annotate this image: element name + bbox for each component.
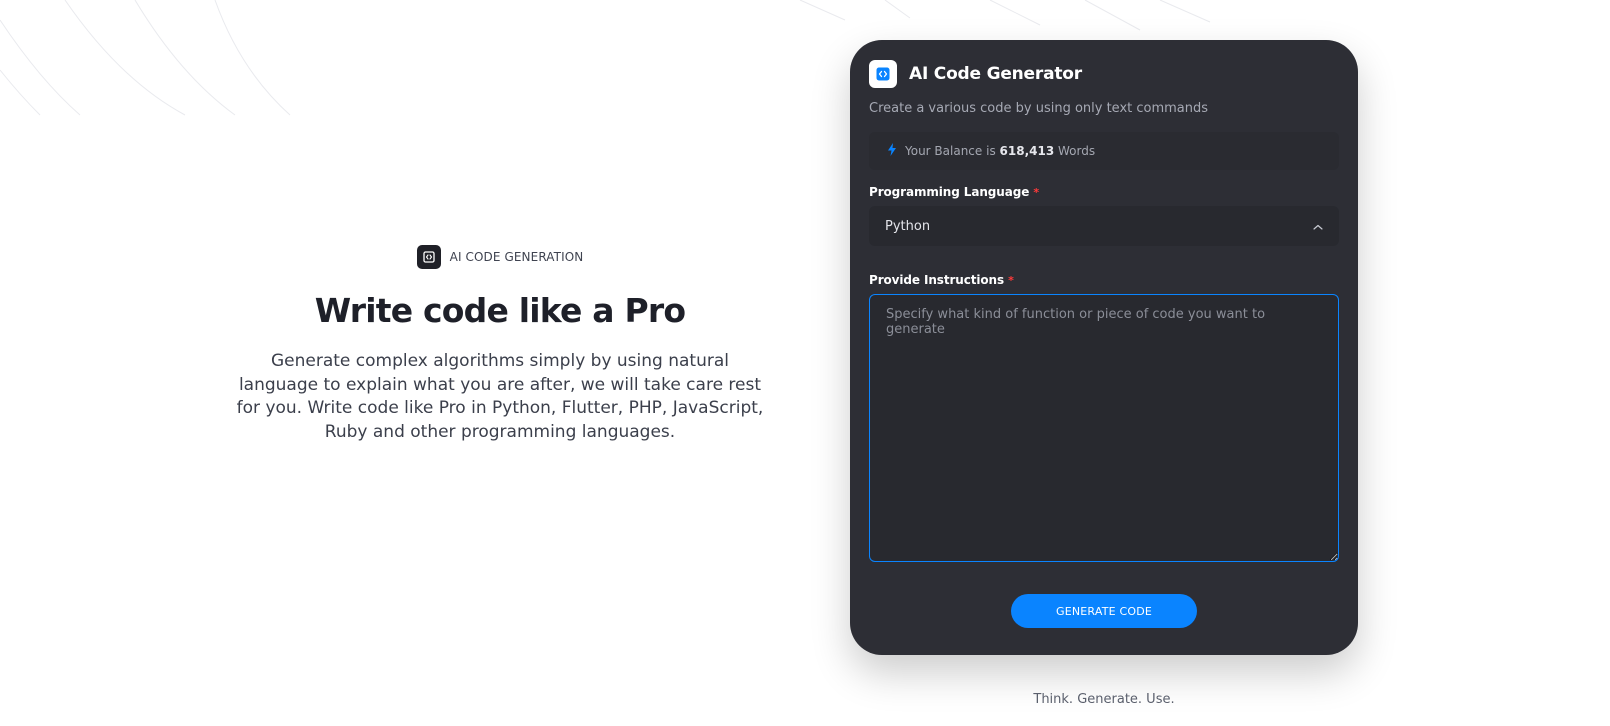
programming-language-label-text: Programming Language — [869, 185, 1030, 199]
card-header: AI Code Generator — [869, 60, 1339, 88]
bolt-icon — [887, 143, 897, 159]
hero-section: AI CODE GENERATION Write code like a Pro… — [220, 245, 780, 444]
code-generator-card: AI Code Generator Create a various code … — [850, 40, 1358, 655]
generate-button-wrap: GENERATE CODE — [869, 594, 1339, 628]
balance-amount: 618,413 — [999, 144, 1055, 158]
code-icon — [416, 245, 441, 269]
programming-language-select[interactable]: Python — [869, 206, 1339, 246]
balance-text: Your Balance is 618,413 Words — [905, 144, 1095, 158]
programming-language-label: Programming Language * — [869, 185, 1339, 199]
provide-instructions-label-text: Provide Instructions — [869, 273, 1005, 287]
instructions-textarea[interactable] — [869, 294, 1339, 562]
required-marker: * — [1008, 274, 1014, 287]
generate-code-button[interactable]: GENERATE CODE — [1011, 594, 1197, 628]
programming-language-value: Python — [885, 218, 931, 234]
hero-eyebrow: AI CODE GENERATION — [220, 245, 780, 269]
tagline: Think. Generate. Use. — [1033, 692, 1175, 707]
required-marker: * — [1033, 186, 1039, 199]
card-title: AI Code Generator — [909, 64, 1082, 84]
balance-suffix: Words — [1058, 144, 1096, 158]
balance-banner: Your Balance is 618,413 Words — [869, 132, 1339, 170]
chevron-up-icon — [1313, 219, 1323, 234]
code-icon — [869, 60, 897, 88]
hero-eyebrow-label: AI CODE GENERATION — [449, 250, 584, 264]
hero-title: Write code like a Pro — [314, 291, 686, 330]
hero-description: Generate complex algorithms simply by us… — [236, 351, 764, 442]
provide-instructions-label: Provide Instructions * — [869, 273, 1339, 287]
balance-prefix: Your Balance is — [905, 144, 996, 158]
card-subtitle: Create a various code by using only text… — [869, 101, 1209, 116]
